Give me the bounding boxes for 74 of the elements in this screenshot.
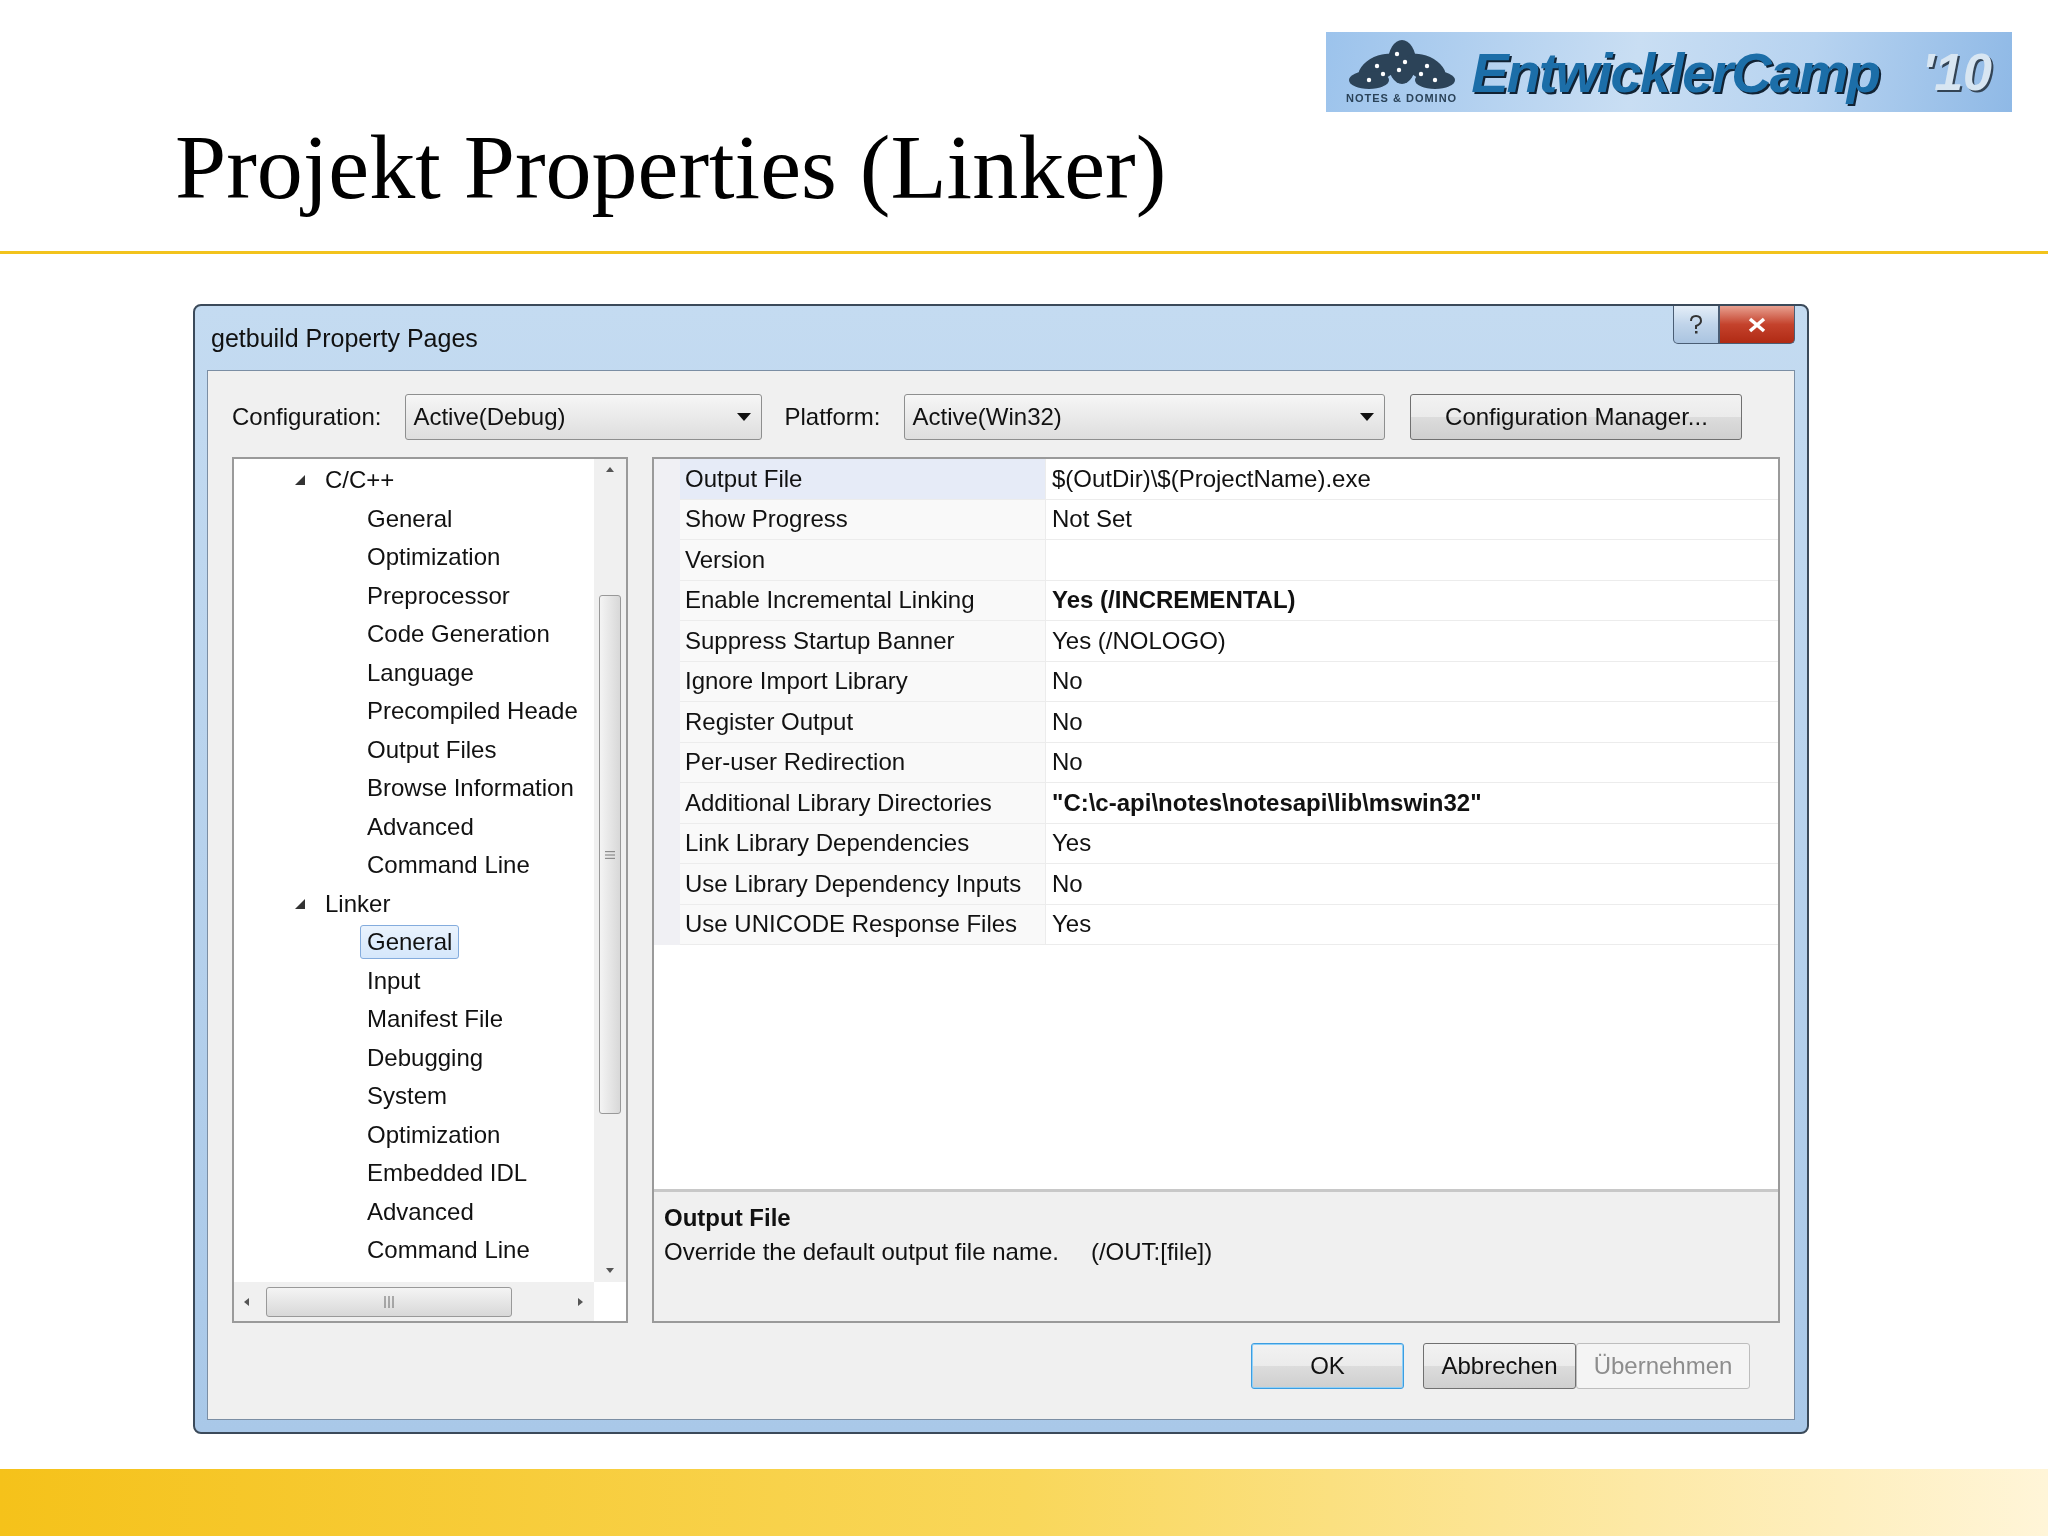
tree-item[interactable]: System	[360, 1079, 454, 1114]
close-button[interactable]	[1719, 306, 1795, 344]
tree-item[interactable]: Advanced	[360, 809, 481, 844]
tree-item[interactable]: Language	[360, 655, 481, 690]
tree-item[interactable]: C/C++	[318, 463, 402, 498]
dropdown-arrow-icon	[1360, 413, 1375, 421]
property-name[interactable]: Additional Library Directories	[680, 783, 1046, 823]
tree-item[interactable]: Optimization	[360, 1117, 508, 1152]
tree-item[interactable]: Code Generation	[360, 617, 557, 652]
logo-tagline: NOTES & DOMINO	[1346, 92, 1458, 104]
tree-item[interactable]: Debugging	[360, 1040, 491, 1075]
property-value[interactable]: Yes (/INCREMENTAL)	[1046, 580, 1778, 620]
property-name[interactable]: Version	[680, 540, 1046, 580]
property-name[interactable]: Output File	[680, 459, 1046, 499]
dialog-button[interactable]: Abbrechen	[1423, 1343, 1576, 1389]
property-name[interactable]: Per-user Redirection	[680, 742, 1046, 782]
property-value[interactable]: Not Set	[1046, 499, 1778, 539]
property-value[interactable]: Yes (/NOLOGO)	[1046, 621, 1778, 661]
tree-item[interactable]: Precompiled Heade	[360, 694, 585, 729]
flower-icon	[1346, 40, 1457, 92]
linker-flag-text: (/OUT:[file])	[1090, 1238, 1213, 1266]
property-name[interactable]: Ignore Import Library	[680, 661, 1046, 701]
tree-item[interactable]: Command Line	[360, 848, 537, 883]
tree-item[interactable]: General	[360, 501, 460, 536]
help-icon	[1689, 314, 1703, 335]
tree-item[interactable]: Advanced	[360, 1194, 481, 1229]
property-name[interactable]: Use Library Dependency Inputs	[680, 864, 1046, 904]
property-name[interactable]: Link Library Dependencies	[680, 823, 1046, 863]
scroll-left-icon[interactable]	[242, 1296, 252, 1307]
property-value[interactable]: No	[1046, 864, 1778, 904]
close-icon	[1747, 316, 1767, 333]
expanded-arrow-icon[interactable]	[294, 474, 306, 487]
tree-item[interactable]: Preprocessor	[360, 578, 517, 613]
scroll-grip-icon	[383, 1295, 395, 1308]
tree-item[interactable]: Input	[360, 963, 428, 998]
configuration-dropdown[interactable]: Active(Debug)	[405, 394, 763, 440]
help-button[interactable]	[1673, 306, 1719, 344]
tree-item[interactable]: Command Line	[360, 1233, 537, 1268]
tree-item[interactable]: Browse Information	[360, 771, 581, 806]
dialog-button[interactable]: OK	[1251, 1343, 1404, 1389]
logo-name: EntwicklerCamp	[1471, 39, 1880, 105]
tree-item[interactable]: General	[360, 925, 460, 960]
tree-item[interactable]: Linker	[318, 886, 398, 921]
scroll-up-icon[interactable]	[605, 465, 615, 475]
property-name[interactable]: Show Progress	[680, 499, 1046, 539]
vertical-scrollbar[interactable]	[594, 459, 626, 1282]
tree-item[interactable]: Output Files	[360, 732, 504, 767]
platform-label: Platform:	[784, 403, 881, 431]
property-value[interactable]: No	[1046, 702, 1778, 742]
property-value[interactable]: Yes	[1046, 904, 1778, 944]
description-text: Override the default output file name.	[664, 1238, 1059, 1266]
slide-title: Projekt Properties (Linker)	[175, 115, 1168, 220]
property-name[interactable]: Register Output	[680, 702, 1046, 742]
dropdown-arrow-icon	[737, 413, 752, 421]
property-name[interactable]: Use UNICODE Response Files	[680, 904, 1046, 944]
platform-dropdown[interactable]: Active(Win32)	[904, 394, 1386, 440]
description-title: Output File	[664, 1204, 792, 1232]
property-value[interactable]: Yes	[1046, 823, 1778, 863]
property-value[interactable]: No	[1046, 661, 1778, 701]
tree-item[interactable]: Embedded IDL	[360, 1156, 535, 1191]
tree-item[interactable]: Optimization	[360, 540, 508, 575]
expanded-arrow-icon[interactable]	[294, 897, 306, 910]
property-value[interactable]: "C:\c-api\notes\notesapi\lib\mswin32"	[1046, 783, 1778, 823]
configuration-label: Configuration:	[232, 403, 382, 431]
configuration-manager-button[interactable]: Configuration Manager...	[1410, 394, 1743, 440]
logo-year: '10	[1921, 42, 1992, 102]
property-value[interactable]: $(OutDir)\$(ProjectName).exe	[1046, 459, 1778, 499]
property-value[interactable]: No	[1046, 742, 1778, 782]
scroll-grip-icon	[604, 849, 616, 860]
horizontal-scrollbar[interactable]	[234, 1282, 594, 1321]
property-name[interactable]: Suppress Startup Banner	[680, 621, 1046, 661]
property-name[interactable]: Enable Incremental Linking	[680, 580, 1046, 620]
tree-item[interactable]: Manifest File	[360, 1002, 511, 1037]
window-title: getbuild Property Pages	[210, 323, 478, 353]
